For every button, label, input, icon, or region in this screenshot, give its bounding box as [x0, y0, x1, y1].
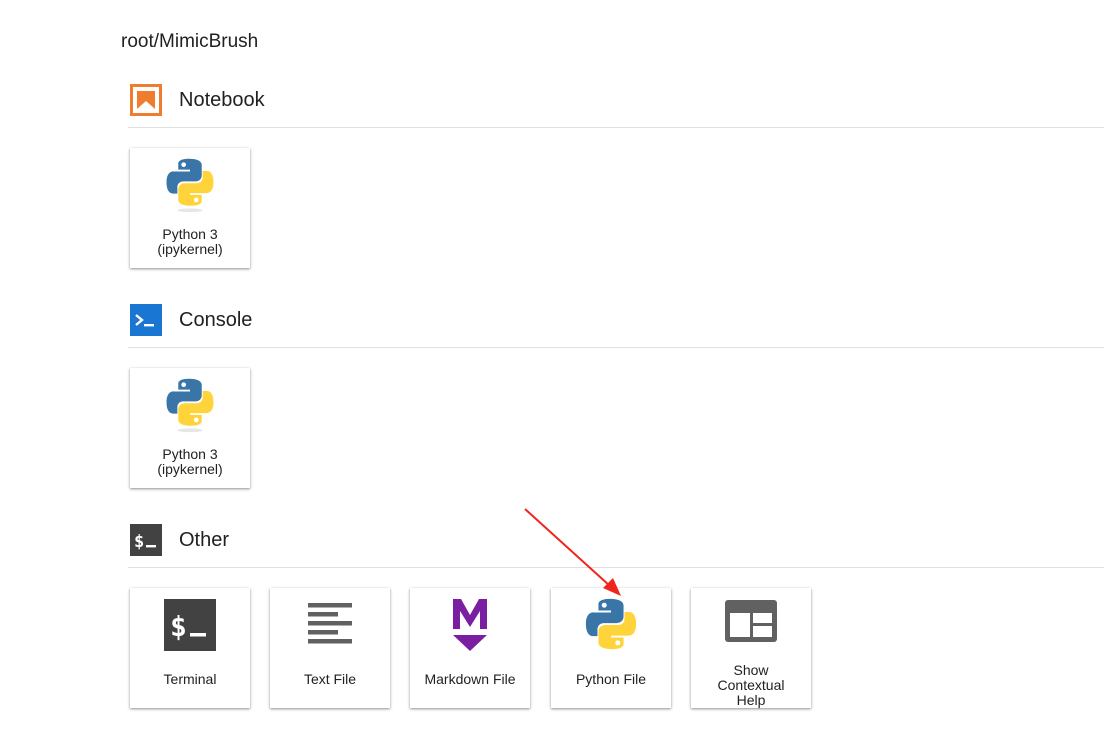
- svg-text:$: $: [170, 610, 187, 643]
- section-title-console: Console: [179, 308, 253, 331]
- card-label: Python 3 (ipykernel): [157, 226, 223, 257]
- python-file-card[interactable]: Python File: [551, 588, 671, 708]
- notebook-icon: [130, 84, 162, 116]
- launcher-path: root/MimicBrush: [121, 31, 259, 52]
- notebook-python3-card[interactable]: Python 3 (ipykernel): [130, 148, 250, 268]
- launcher: root/MimicBrush Notebook Python 3 (ipyke…: [0, 0, 1104, 736]
- divider: [128, 347, 1104, 348]
- card-label: Python 3 (ipykernel): [157, 446, 223, 477]
- section-title-notebook: Notebook: [179, 88, 265, 111]
- card-label: Python File: [575, 671, 647, 687]
- card-label: Text File: [303, 671, 357, 687]
- card-label: Markdown File: [424, 671, 516, 687]
- markdown-file-card[interactable]: Markdown File: [410, 588, 530, 708]
- python-logo-icon: [583, 597, 639, 653]
- text-file-card[interactable]: Text File: [270, 588, 390, 708]
- terminal-card[interactable]: $ Terminal: [130, 588, 250, 708]
- divider: [128, 567, 1104, 568]
- card-label: Terminal: [163, 671, 217, 687]
- python-logo-icon: [162, 157, 218, 213]
- contextual-help-icon: [723, 597, 779, 644]
- svg-text:$: $: [134, 532, 144, 552]
- text-file-icon: [302, 597, 358, 653]
- section-header-other: $ Other: [130, 524, 229, 556]
- card-label: Show Contextual Help: [717, 662, 785, 708]
- console-python3-card[interactable]: Python 3 (ipykernel): [130, 368, 250, 488]
- contextual-help-card[interactable]: Show Contextual Help: [691, 588, 811, 708]
- section-title-other: Other: [179, 528, 230, 551]
- divider: [128, 127, 1104, 128]
- section-header-console: Console: [130, 304, 252, 336]
- terminal-icon: $: [162, 597, 218, 653]
- console-icon: [130, 304, 162, 336]
- terminal-icon: $: [130, 524, 162, 556]
- section-header-notebook: Notebook: [130, 84, 265, 116]
- markdown-icon: [442, 597, 498, 653]
- python-logo-icon: [162, 377, 218, 433]
